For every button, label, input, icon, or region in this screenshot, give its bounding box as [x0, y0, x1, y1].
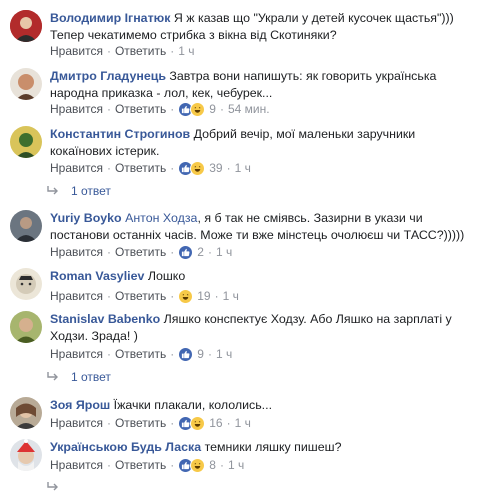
comment-author[interactable]: Володимир Ігнатюк	[50, 11, 170, 25]
reply-button[interactable]: Ответить	[115, 347, 166, 361]
comment-time[interactable]: 1 ч	[228, 458, 244, 472]
view-replies-link[interactable]: 1 ответ	[45, 370, 111, 384]
comment-author[interactable]: Зоя Ярош	[50, 398, 110, 412]
like-button[interactable]: Нравится	[50, 416, 103, 430]
thumbs-up-icon	[178, 346, 194, 362]
thumbs-up-icon	[178, 244, 194, 260]
comment-author[interactable]: Yuriy Boyko	[50, 211, 122, 225]
reaction-count[interactable]: 2	[197, 245, 204, 259]
like-button[interactable]: Нравится	[50, 289, 103, 303]
comment-time[interactable]: 1 ч	[216, 347, 232, 361]
reaction-count[interactable]: 9	[209, 102, 216, 116]
reaction-count[interactable]: 9	[197, 347, 204, 361]
comment-text: Лошко	[147, 269, 186, 283]
comment-text: Їжачки плакали, кололись...	[113, 398, 273, 412]
like-button[interactable]: Нравится	[50, 161, 103, 175]
reaction-summary[interactable]	[178, 101, 206, 117]
comment-author[interactable]: Українською Будь Ласка	[50, 440, 201, 454]
comment-author[interactable]: Stanislav Babenko	[50, 312, 160, 326]
reaction-summary[interactable]	[178, 160, 206, 176]
reaction-count[interactable]: 16	[209, 416, 222, 430]
reaction-count[interactable]: 39	[209, 161, 222, 175]
reply-arrow-icon	[47, 186, 58, 195]
view-replies-link[interactable]	[45, 480, 71, 494]
reply-arrow-icon	[47, 482, 58, 491]
replies-count[interactable]: 1 ответ	[71, 184, 111, 198]
view-replies-link[interactable]: 1 ответ	[45, 184, 111, 198]
like-button[interactable]: Нравится	[50, 347, 103, 361]
reaction-summary[interactable]	[178, 415, 206, 431]
like-button[interactable]: Нравится	[50, 458, 103, 472]
reply-button[interactable]: Ответить	[115, 44, 166, 58]
like-button[interactable]: Нравится	[50, 44, 103, 58]
comment-text: темники ляшку пишеш?	[204, 440, 342, 454]
avatar[interactable]	[10, 311, 42, 343]
comment-author[interactable]: Дмитро Гладунець	[50, 69, 166, 83]
avatar[interactable]	[10, 10, 42, 42]
reaction-summary[interactable]	[178, 457, 206, 473]
reaction-count[interactable]: 8	[209, 458, 216, 472]
laughing-face-icon	[190, 457, 206, 473]
reply-button[interactable]: Ответить	[115, 161, 166, 175]
laughing-face-icon	[190, 415, 206, 431]
comment-author[interactable]: Roman Vasyliev	[50, 269, 144, 283]
avatar[interactable]	[10, 210, 42, 242]
comment-time[interactable]: 1 ч	[216, 245, 232, 259]
mention-link[interactable]: Антон Ходза	[125, 211, 197, 225]
reaction-summary[interactable]	[178, 288, 194, 304]
reply-button[interactable]: Ответить	[115, 245, 166, 259]
comment-time[interactable]: 1 ч	[235, 161, 251, 175]
avatar[interactable]	[10, 268, 42, 300]
reply-button[interactable]: Ответить	[115, 416, 166, 430]
reply-button[interactable]: Ответить	[115, 102, 166, 116]
comment-time[interactable]: 54 мин.	[228, 102, 270, 116]
laughing-face-icon	[178, 288, 194, 304]
avatar[interactable]	[10, 126, 42, 158]
laughing-face-icon	[190, 160, 206, 176]
like-button[interactable]: Нравится	[50, 102, 103, 116]
reply-button[interactable]: Ответить	[115, 289, 166, 303]
comment-author[interactable]: Константин Строгинов	[50, 127, 190, 141]
like-button[interactable]: Нравится	[50, 245, 103, 259]
avatar[interactable]	[10, 397, 42, 429]
avatar[interactable]	[10, 68, 42, 100]
reply-button[interactable]: Ответить	[115, 458, 166, 472]
comment-time[interactable]: 1 ч	[178, 44, 194, 58]
comment-time[interactable]: 1 ч	[235, 416, 251, 430]
reply-arrow-icon	[47, 372, 58, 381]
laughing-face-icon	[190, 101, 206, 117]
reaction-summary[interactable]	[178, 244, 194, 260]
reaction-count[interactable]: 19	[197, 289, 210, 303]
avatar[interactable]	[10, 439, 42, 471]
replies-count[interactable]: 1 ответ	[71, 370, 111, 384]
reaction-summary[interactable]	[178, 346, 194, 362]
comment-time[interactable]: 1 ч	[223, 289, 239, 303]
